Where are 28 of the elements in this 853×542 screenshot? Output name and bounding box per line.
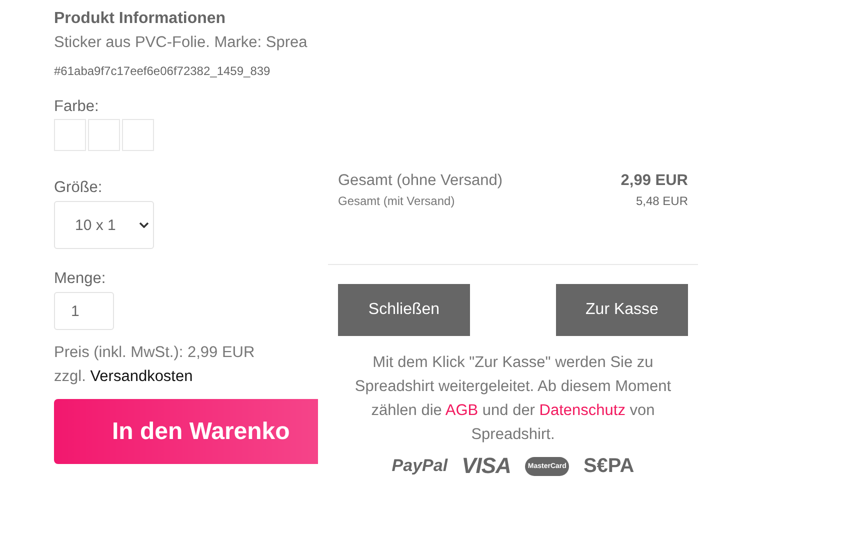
color-label: Farbe:	[54, 97, 100, 117]
total-label: Gesamt (mit Versand)	[338, 193, 455, 210]
shipping-link[interactable]: Versandkosten	[90, 368, 193, 385]
panel-button[interactable]: Schließen	[338, 284, 470, 336]
color-swatch[interactable]	[88, 119, 120, 151]
price-text: Preis (inkl. MwSt.): 2,99 EUR	[54, 343, 256, 363]
product-id: #61aba9f7c17eef6e06f72382_1459_839	[54, 63, 272, 79]
quantity-field[interactable]: 1	[54, 292, 114, 330]
checkout-notice: Mit dem Klick "Zur Kasse" werden Sie zu Spreadshirt weitergeleitet. Ab diesem Moment zählen die AGB und der Datenschutz von Spreadshirt.	[354, 353, 672, 445]
shipping-note: zzgl.	[54, 368, 86, 385]
payment-logo: PayPal	[392, 456, 448, 476]
caret-icon	[139, 222, 149, 228]
size-dropdown[interactable]: 10 x 1	[54, 201, 154, 249]
product-description: Sticker aus PVC-Folie. Marke: Sprea	[54, 33, 308, 53]
size-label: Größe:	[54, 178, 104, 198]
privacy-link[interactable]: Datenschutz	[539, 402, 626, 419]
panel-button[interactable]: Zur Kasse	[556, 284, 688, 336]
product-heading: Produkt Informationen	[54, 9, 227, 29]
color-swatch[interactable]	[54, 119, 86, 151]
quantity-label: Menge:	[54, 269, 107, 289]
payment-logo: S€PA	[583, 454, 634, 478]
color-swatch[interactable]	[122, 119, 154, 151]
terms-link[interactable]: AGB	[445, 402, 478, 419]
add-to-cart-button[interactable]: In den Warenko	[54, 399, 318, 464]
total-label: Gesamt (ohne Versand)	[338, 171, 503, 191]
payment-logo: VISA	[462, 453, 511, 479]
total-value: 5,48 EUR	[636, 193, 688, 210]
total-value: 2,99 EUR	[620, 171, 688, 191]
